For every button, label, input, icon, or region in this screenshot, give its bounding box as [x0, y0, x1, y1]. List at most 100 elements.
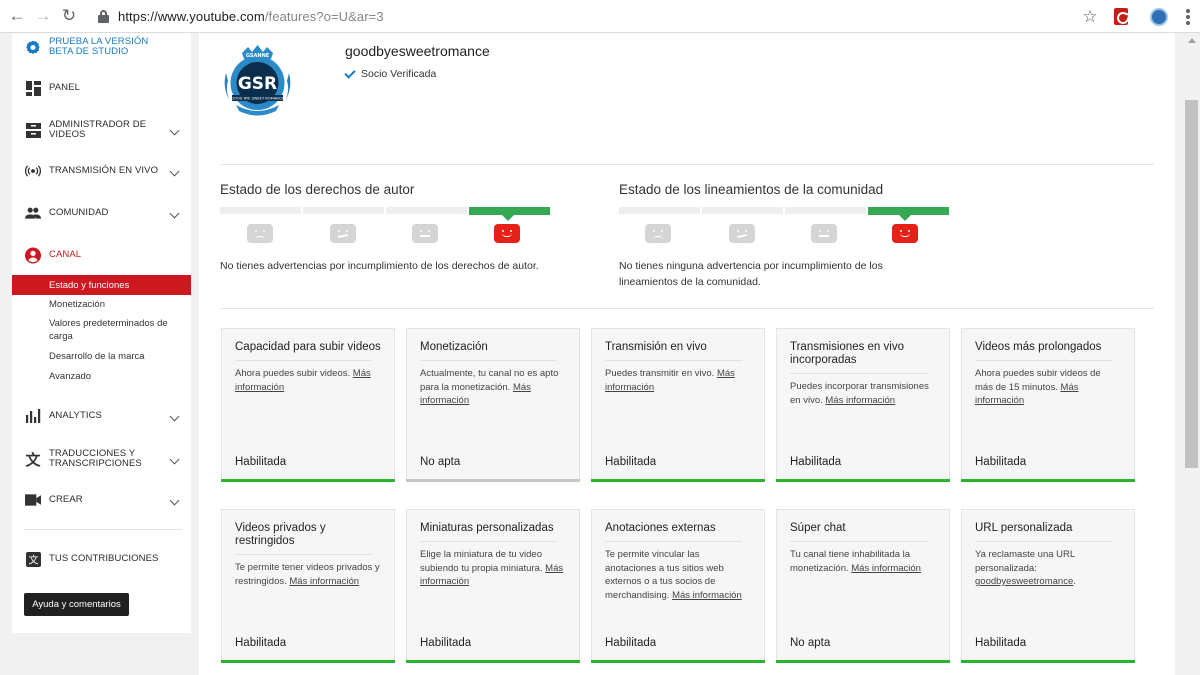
feature-card-custom-url: URL personalizada Ya reclamaste una URL …	[961, 509, 1135, 663]
verified-label: Socio Verificada	[361, 68, 437, 80]
card-status: No apta	[790, 637, 831, 649]
half-smile-face-icon	[330, 224, 356, 243]
sidebar-item-video-manager[interactable]: ADMINISTRADOR DE VIDEOS	[12, 119, 191, 141]
chevron-down-icon[interactable]	[169, 495, 180, 505]
browser-toolbar: ← → ↻ https://www.youtube.com/features?o…	[0, 0, 1200, 33]
card-status: Habilitada	[420, 637, 472, 649]
sidebar-item-community[interactable]: COMUNIDAD	[12, 203, 191, 223]
bookmark-star-icon[interactable]: ☆	[1078, 7, 1102, 27]
channel-avatar[interactable]: GSANNE GSR GOOD BYE SWEET ROMANCE	[220, 43, 295, 118]
forward-arrow-icon[interactable]: →	[30, 3, 56, 29]
dashboard-icon	[25, 80, 41, 96]
status-bar	[406, 660, 580, 663]
live-broadcast-icon	[25, 163, 41, 179]
video-camera-icon	[25, 492, 41, 508]
pdf-extension-icon[interactable]	[1114, 8, 1128, 25]
sidebar-subitem-monetization[interactable]: Monetización	[12, 298, 191, 311]
card-status: Habilitada	[975, 637, 1027, 649]
extension-icon[interactable]	[1150, 7, 1168, 26]
sidebar-item-analytics[interactable]: ANALYTICS	[12, 406, 191, 426]
sidebar-item-label: CREAR	[49, 494, 83, 505]
channel-name[interactable]: goodbyesweetromance	[345, 43, 490, 59]
neutral-face-icon	[412, 224, 438, 243]
address-bar[interactable]: https://www.youtube.com/features?o=U&ar=…	[92, 4, 1102, 29]
account-circle-icon	[25, 247, 41, 263]
guidelines-status-description: No tienes ninguna advertencia por incump…	[619, 260, 883, 288]
card-description: Elige la miniatura de tu video subiendo …	[420, 549, 564, 587]
reload-icon[interactable]: ↻	[56, 3, 82, 29]
divider	[790, 373, 927, 374]
sidebar-item-contributions[interactable]: 文 TUS CONTRIBUCIONES	[12, 549, 191, 569]
card-description: Tu canal tiene inhabilitada la monetizac…	[790, 549, 921, 574]
card-title: Transmisión en vivo	[605, 341, 707, 353]
url-text[interactable]: https://www.youtube.com/features?o=U&ar=…	[118, 9, 384, 24]
card-title: Monetización	[420, 341, 488, 353]
more-info-link[interactable]: Más información	[851, 563, 921, 574]
scroll-up-arrow-icon[interactable]	[1188, 38, 1196, 43]
happy-face-icon	[494, 224, 520, 243]
sidebar-item-label: PANEL	[49, 82, 80, 93]
status-bar	[591, 660, 765, 663]
divider	[975, 541, 1112, 542]
card-status: Habilitada	[605, 637, 657, 649]
status-bar	[221, 479, 395, 482]
card-description: Puedes incorporar transmisiones en vivo.…	[790, 381, 929, 406]
divider	[235, 360, 372, 361]
more-info-link[interactable]: Más información	[672, 590, 742, 601]
divider	[24, 529, 182, 530]
meter-pointer-icon	[899, 215, 911, 221]
card-title: Videos más prolongados	[975, 341, 1102, 353]
card-title: Anotaciones externas	[605, 522, 716, 534]
card-description: Ahora puedes subir videos de más de 15 m…	[975, 368, 1101, 406]
chevron-down-icon[interactable]	[169, 208, 180, 218]
divider	[790, 541, 927, 542]
status-bar	[961, 479, 1135, 482]
avatar-badge-text: GSANNE	[246, 53, 270, 59]
sidebar-subitem-advanced[interactable]: Avanzado	[12, 370, 191, 383]
card-status: Habilitada	[235, 637, 287, 649]
sidebar-subitem-branding[interactable]: Desarrollo de la marca	[12, 350, 191, 363]
card-status: No apta	[420, 456, 461, 468]
chevron-down-icon[interactable]	[169, 454, 180, 464]
feature-card-custom-thumbnails: Miniaturas personalizadas Elige la minia…	[406, 509, 580, 663]
translate-icon: 文	[25, 451, 41, 469]
custom-url-link[interactable]: goodbyesweetromance	[975, 576, 1073, 587]
sidebar-item-panel[interactable]: PANEL	[12, 78, 191, 98]
divider	[605, 541, 742, 542]
divider	[220, 164, 1154, 165]
chevron-down-icon[interactable]	[169, 125, 180, 135]
sidebar-item-label: ANALYTICS	[49, 410, 102, 421]
divider	[220, 308, 1154, 309]
card-title: Miniaturas personalizadas	[420, 522, 554, 534]
copyright-status-title: Estado de los derechos de autor	[220, 182, 415, 197]
scrollbar-thumb[interactable]	[1185, 100, 1198, 468]
feature-card-private-videos: Videos privados y restringidos Te permit…	[221, 509, 395, 663]
page-scrollbar[interactable]	[1183, 33, 1200, 675]
lock-icon	[98, 10, 109, 23]
card-description: Ahora puedes subir videos. Más informaci…	[235, 368, 371, 393]
avatar-banner-text: GOOD BYE SWEET ROMANCE	[231, 97, 284, 101]
browser-menu-icon[interactable]	[1186, 8, 1190, 25]
card-status: Habilitada	[790, 456, 842, 468]
people-icon	[25, 205, 41, 221]
card-description: Te permite tener videos privados y restr…	[235, 562, 380, 587]
feature-card-super-chat: Súper chat Tu canal tiene inhabilitada l…	[776, 509, 950, 663]
chevron-down-icon[interactable]	[169, 166, 180, 176]
happy-face-icon	[892, 224, 918, 243]
sidebar-item-label: COMUNIDAD	[49, 207, 109, 218]
sad-face-icon	[247, 224, 273, 243]
more-info-link[interactable]: Más información	[825, 395, 895, 406]
card-description: Puedes transmitir en vivo. Más informaci…	[605, 368, 735, 393]
sidebar-item-live[interactable]: TRANSMISIÓN EN VIVO	[12, 161, 191, 181]
sidebar-item-translations[interactable]: 文 TRADUCCIONES Y TRANSCRIPCIONES	[12, 447, 191, 471]
sidebar-item-studio-beta[interactable]: PRUEBA LA VERSIÓN BETA DE STUDIO	[12, 37, 191, 57]
sidebar-item-create[interactable]: CREAR	[12, 490, 191, 510]
back-arrow-icon[interactable]: ←	[4, 3, 30, 29]
sidebar-subitem-upload-defaults[interactable]: Valores predeterminados de carga	[12, 317, 191, 343]
chevron-down-icon[interactable]	[169, 411, 180, 421]
sidebar-item-channel[interactable]: CANAL	[12, 245, 191, 265]
help-feedback-button[interactable]: Ayuda y comentarios	[24, 593, 129, 616]
sidebar-subitem-status-features[interactable]: Estado y funciones	[12, 275, 191, 295]
feature-card-external-annotations: Anotaciones externas Te permite vincular…	[591, 509, 765, 663]
more-info-link[interactable]: Más información	[289, 576, 359, 587]
